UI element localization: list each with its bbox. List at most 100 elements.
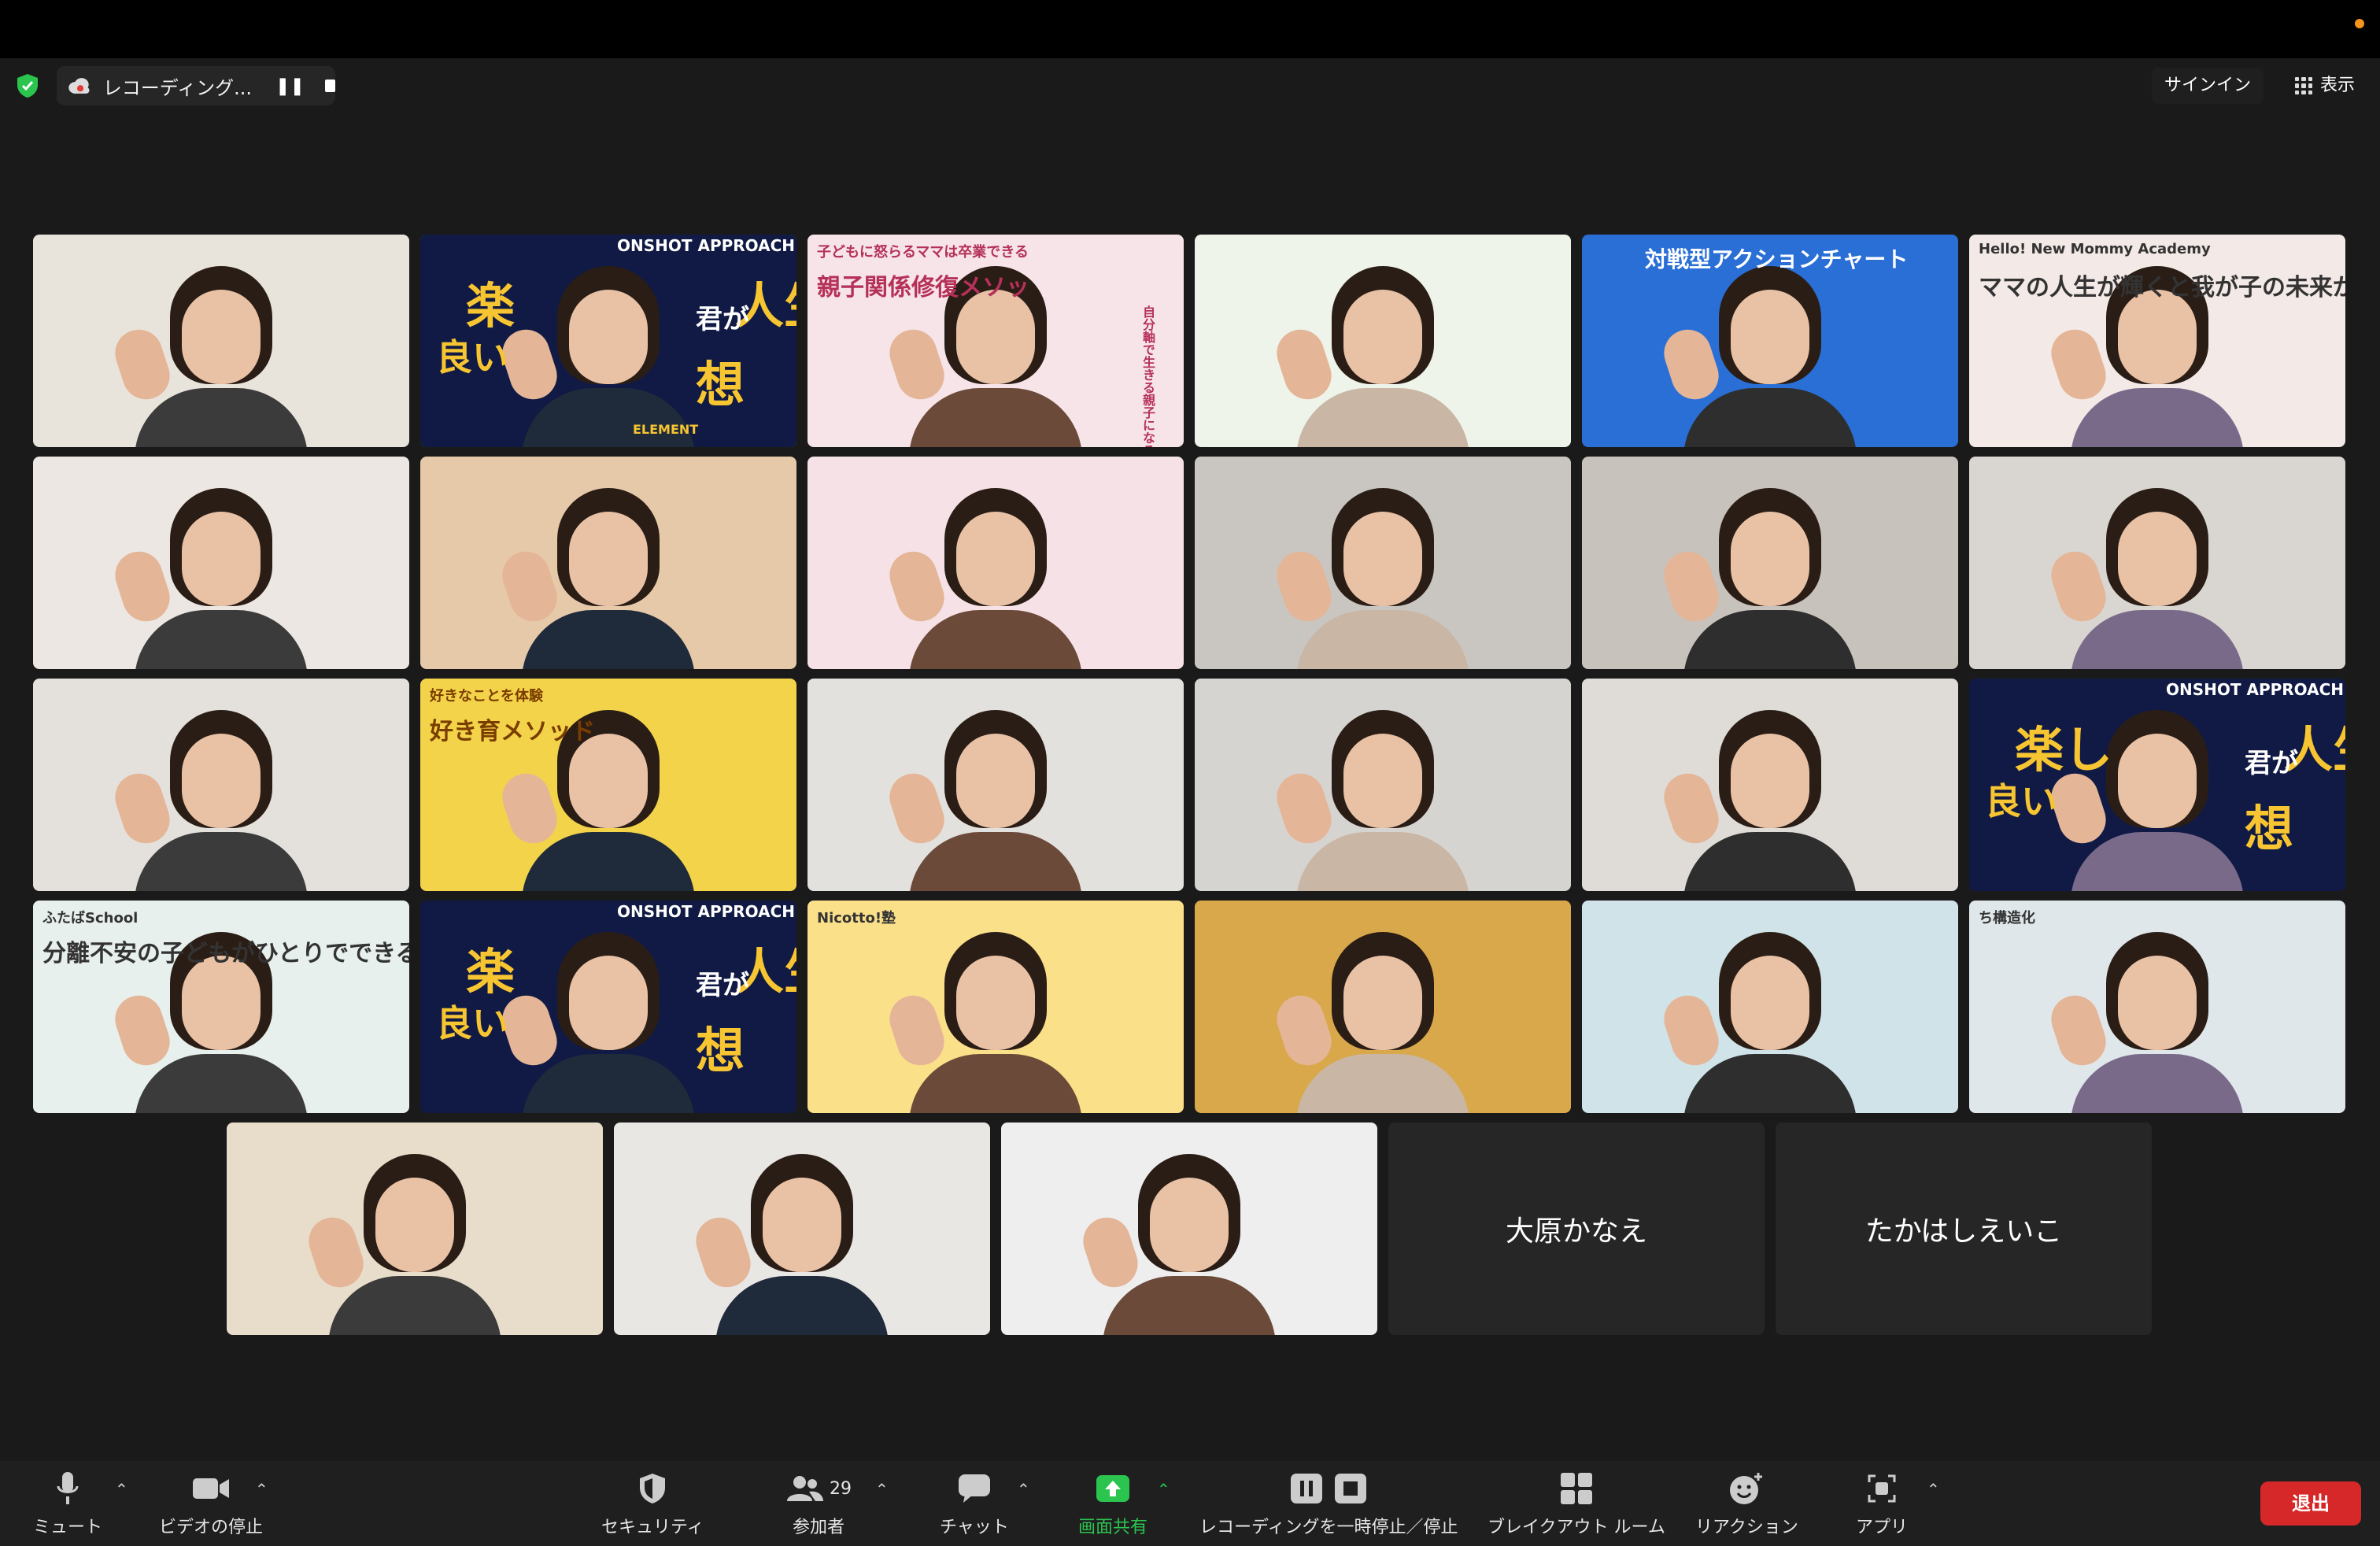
virtual-background-text: 楽 bbox=[466, 943, 516, 1000]
virtual-background-text: 自分軸で生きる親子になる bbox=[1140, 305, 1155, 447]
virtual-background-text: ONSHOT APPROACH TRANER bbox=[617, 902, 796, 921]
participant-video-tile[interactable] bbox=[1969, 457, 2345, 669]
participant-video-feed bbox=[1270, 702, 1477, 891]
participant-video-tile[interactable]: 対戦型アクションチャート bbox=[1582, 235, 1958, 447]
encryption-shield-icon[interactable] bbox=[14, 72, 41, 99]
security-label: セキュリティ bbox=[601, 1518, 704, 1537]
apps-options-chevron-icon[interactable]: ⌃ bbox=[1927, 1480, 1940, 1499]
virtual-background-text: 楽し bbox=[2015, 721, 2113, 779]
participant-video-tile[interactable] bbox=[1195, 901, 1571, 1113]
participant-video-tile[interactable] bbox=[1195, 457, 1571, 669]
virtual-background-text: 想 bbox=[696, 1022, 745, 1079]
video-options-chevron-icon[interactable]: ⌃ bbox=[255, 1480, 268, 1499]
mute-button[interactable]: ミュート bbox=[33, 1469, 102, 1538]
share-screen-label: 画面共有 bbox=[1078, 1518, 1148, 1537]
cloud-recording-icon bbox=[68, 78, 90, 94]
pause-recording-icon[interactable]: ❚❚ bbox=[275, 76, 305, 96]
reactions-button[interactable]: リアクション bbox=[1695, 1469, 1798, 1538]
video-label: ビデオの停止 bbox=[159, 1518, 264, 1537]
participant-video-tile[interactable]: ONSHOT APPROACH TRANER人生君が想楽し良い bbox=[1969, 679, 2345, 891]
apps-button[interactable]: アプリ bbox=[1856, 1469, 1908, 1538]
view-button[interactable]: 表示 bbox=[2284, 68, 2366, 104]
participant-video-feed bbox=[883, 702, 1090, 891]
virtual-background-text: Hello! New Mommy Academy bbox=[1979, 241, 2211, 257]
participants-button[interactable]: 29 参加者 bbox=[785, 1469, 852, 1538]
virtual-background-text: ELEMENT bbox=[633, 422, 699, 437]
participant-video-tile[interactable] bbox=[808, 457, 1184, 669]
participant-video-feed bbox=[689, 1146, 896, 1335]
share-screen-icon bbox=[1095, 1469, 1131, 1508]
virtual-background-text: ONSHOT APPROACH TRANER bbox=[2166, 680, 2345, 699]
participants-count: 29 bbox=[830, 1478, 852, 1499]
meeting-info-bar: レコーディング... ❚❚ サインイン 表示 bbox=[0, 58, 2380, 113]
virtual-background-text: 君が bbox=[696, 970, 749, 1001]
stop-recording-icon[interactable] bbox=[324, 80, 335, 92]
recording-label: レコーディング... bbox=[102, 76, 253, 99]
participant-video-tile[interactable]: ONSHOT APPROACH TRANER人生君が想楽良い bbox=[420, 901, 796, 1113]
participant-video-tile[interactable] bbox=[1001, 1123, 1377, 1335]
participant-video-tile[interactable] bbox=[1195, 235, 1571, 447]
apps-icon bbox=[1866, 1469, 1898, 1508]
participant-video-tile[interactable]: 好きなことを体験 好き育メソッド bbox=[420, 679, 796, 891]
leave-meeting-button[interactable]: 退出 bbox=[2260, 1481, 2361, 1526]
virtual-background-text: 良い bbox=[436, 1002, 508, 1045]
stop-video-button[interactable]: ビデオの停止 bbox=[159, 1469, 263, 1538]
participant-video-feed bbox=[1077, 1146, 1284, 1335]
participant-video-tile[interactable] bbox=[420, 457, 796, 669]
participant-video-tile[interactable] bbox=[1582, 457, 1958, 669]
participant-video-tile[interactable]: Hello! New Mommy Academy ママの人生が輝くと我が子の未来が… bbox=[1969, 235, 2345, 447]
participant-video-feed bbox=[109, 702, 316, 891]
meeting-toolbar: ミュート ⌃ ビデオの停止 ⌃ セキュリティ 29 参加者 ⌃ チャット ⌃ 画… bbox=[0, 1461, 2380, 1546]
chat-button[interactable]: チャット bbox=[940, 1469, 1009, 1538]
participant-name-tile[interactable]: 大原かなえ bbox=[1388, 1123, 1765, 1335]
participant-video-tile[interactable]: ふたばSchool 分離不安の子どもがひとりでできるようになる！ bbox=[33, 901, 409, 1113]
virtual-background-text: 想 bbox=[2245, 800, 2294, 857]
breakout-rooms-button[interactable]: ブレイクアウト ルーム bbox=[1488, 1469, 1665, 1538]
virtual-background-text: 好き育メソッド bbox=[430, 718, 595, 745]
participant-video-tile[interactable] bbox=[33, 457, 409, 669]
participant-video-tile[interactable]: ち構造化 bbox=[1969, 901, 2345, 1113]
participant-name: 大原かなえ bbox=[1505, 1215, 1647, 1248]
audio-options-chevron-icon[interactable]: ⌃ bbox=[115, 1480, 128, 1499]
participants-options-chevron-icon[interactable]: ⌃ bbox=[875, 1480, 889, 1499]
participant-name-tile[interactable]: たかはしえいこ bbox=[1776, 1123, 2152, 1335]
participant-video-tile[interactable] bbox=[33, 235, 409, 447]
participant-video-tile[interactable] bbox=[1582, 901, 1958, 1113]
video-camera-icon bbox=[191, 1469, 231, 1508]
stop-icon bbox=[1335, 1474, 1367, 1503]
pause-recording-label: レコーディングを一時停止／停止 bbox=[1199, 1518, 1458, 1537]
participant-video-tile[interactable]: 子どもに怒らるママは卒業できる 親子関係修復メソッ 自分軸で生きる親子になる bbox=[808, 235, 1184, 447]
participant-video-feed bbox=[496, 924, 703, 1113]
participant-video-tile[interactable] bbox=[808, 679, 1184, 891]
security-button[interactable]: セキュリティ bbox=[601, 1469, 704, 1538]
virtual-background-text: 想 bbox=[696, 356, 745, 413]
participants-icon bbox=[787, 1476, 823, 1501]
recording-indicator: レコーディング... ❚❚ bbox=[57, 66, 335, 105]
participant-video-feed bbox=[1658, 258, 1864, 447]
virtual-background-text: ふたばSchool bbox=[42, 910, 139, 926]
pause-icon bbox=[1291, 1474, 1323, 1503]
participant-video-tile[interactable] bbox=[614, 1123, 990, 1335]
participant-video-feed bbox=[1270, 924, 1477, 1113]
participant-video-feed bbox=[883, 480, 1090, 669]
signin-button[interactable]: サインイン bbox=[2151, 68, 2264, 104]
share-options-chevron-icon[interactable]: ⌃ bbox=[1157, 1480, 1170, 1499]
virtual-background-text: 良い bbox=[1985, 780, 2057, 823]
participant-video-feed bbox=[109, 258, 316, 447]
participant-video-tile[interactable]: ONSHOT APPROACH TRAINER人生君が想楽良いELEMENT bbox=[420, 235, 796, 447]
participant-video-tile[interactable] bbox=[1582, 679, 1958, 891]
chat-options-chevron-icon[interactable]: ⌃ bbox=[1017, 1480, 1030, 1499]
pause-recording-button[interactable]: レコーディングを一時停止／停止 bbox=[1199, 1469, 1458, 1538]
participant-video-tile[interactable]: Nicotto!塾 bbox=[808, 901, 1184, 1113]
virtual-background-text: 親子関係修復メソッ bbox=[817, 274, 1029, 301]
participant-video-tile[interactable] bbox=[33, 679, 409, 891]
participant-video-feed bbox=[1658, 924, 1864, 1113]
share-screen-button[interactable]: 画面共有 bbox=[1078, 1469, 1148, 1538]
participant-video-feed bbox=[109, 480, 316, 669]
participant-video-tile[interactable] bbox=[227, 1123, 603, 1335]
participant-video-tile[interactable] bbox=[1195, 679, 1571, 891]
virtual-background-text: 良い bbox=[436, 336, 508, 379]
reaction-smiley-icon bbox=[1728, 1469, 1765, 1508]
chat-bubble-icon bbox=[957, 1469, 992, 1508]
virtual-background-text: ママの人生が輝くと我が子の未来がもっと輝く bbox=[1979, 274, 2345, 301]
